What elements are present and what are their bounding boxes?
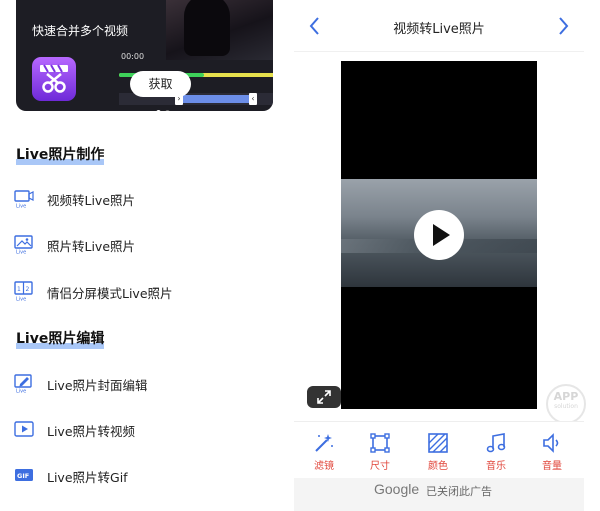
menu-item-live-to-video[interactable]: Live照片转视频: [14, 417, 274, 443]
svg-text:Live: Live: [16, 204, 26, 209]
tool-label: 尺寸: [370, 461, 390, 472]
menu-item-video-to-live[interactable]: Live 视频转Live照片: [14, 186, 274, 212]
watermark-main: APP: [553, 390, 579, 403]
menu-item-split-screen-live[interactable]: 1 2 Live 情侣分屏模式Live照片: [14, 279, 274, 305]
svg-text:2: 2: [26, 286, 30, 293]
svg-text:GIF: GIF: [17, 472, 29, 480]
section-title-live-edit: Live照片编辑: [16, 328, 105, 349]
cover-edit-icon: Live: [14, 374, 32, 394]
watermark-sub: solution: [554, 403, 578, 410]
nav-bar: 视频转Live照片: [294, 0, 584, 52]
play-icon: [433, 224, 450, 246]
split-screen-live-icon: 1 2 Live: [14, 281, 33, 302]
trim-handle-right-icon: ‹: [249, 93, 257, 105]
banner-subtitle: 快速合并多个视频: [32, 24, 129, 38]
watermark-logo: APP solution: [546, 384, 586, 424]
tool-music-button[interactable]: 音乐: [471, 432, 521, 472]
carousel-dot: [165, 110, 170, 111]
play-button[interactable]: [414, 210, 464, 260]
carousel-dot: [156, 110, 161, 111]
svg-text:Live: Live: [16, 389, 26, 394]
next-chevron-icon[interactable]: [554, 14, 572, 38]
menu-item-label: 照片转Live照片: [47, 239, 136, 254]
ad-closed-text: 已关闭此广告: [426, 485, 492, 498]
right-screen: 视频转Live照片 APP solution 滤镜 尺寸 颜色 音乐 音量 Go…: [294, 0, 586, 511]
menu-item-label: Live照片封面编辑: [47, 378, 148, 393]
ad-brand: Google: [374, 481, 420, 497]
menu-item-label: 视频转Live照片: [47, 193, 136, 208]
section-title-live-make: Live照片制作: [16, 144, 105, 165]
get-button[interactable]: 获取: [130, 71, 191, 97]
promo-banner[interactable]: 快速合并多个视频 00:00 › ‹ 获取: [16, 0, 273, 111]
menu-item-live-to-gif[interactable]: GIF Live照片转Gif: [14, 463, 274, 489]
carousel-dots: [156, 100, 174, 111]
live-to-video-icon: [14, 421, 34, 437]
timeline-time: 00:00: [121, 52, 145, 61]
music-note-icon: [486, 433, 506, 453]
tool-label: 音乐: [486, 461, 506, 472]
ad-closed-bar: Google 已关闭此广告: [294, 478, 584, 511]
clapper-app-icon: [32, 57, 76, 101]
menu-item-photo-to-live[interactable]: Live 照片转Live照片: [14, 232, 274, 258]
menu-item-label: 情侣分屏模式Live照片: [47, 286, 173, 301]
tool-color-button[interactable]: 颜色: [413, 432, 463, 472]
video-preview[interactable]: [341, 61, 537, 409]
tool-filter-button[interactable]: 滤镜: [299, 432, 349, 472]
edit-toolbar: 滤镜 尺寸 颜色 音乐 音量: [294, 421, 584, 478]
tool-label: 音量: [542, 461, 562, 472]
speaker-icon: [543, 433, 559, 453]
tool-volume-button[interactable]: 音量: [527, 432, 577, 472]
tool-size-button[interactable]: 尺寸: [355, 432, 405, 472]
filmstrip-selection: [181, 95, 251, 103]
color-hatch-icon: [428, 433, 448, 453]
tool-label: 滤镜: [314, 461, 334, 472]
svg-text:Live: Live: [16, 297, 26, 302]
left-screen: 快速合并多个视频 00:00 › ‹ 获取 Live照片制作 Live 视频转L…: [0, 0, 290, 511]
section-title-text: Live照片制作: [16, 147, 105, 163]
crop-frame-icon: [370, 433, 390, 453]
menu-item-label: Live照片转Gif: [47, 470, 128, 485]
section-title-text: Live照片编辑: [16, 331, 105, 347]
menu-item-label: Live照片转视频: [47, 424, 136, 439]
expand-arrows-icon: [317, 390, 331, 404]
tool-label: 颜色: [428, 461, 448, 472]
svg-text:Live: Live: [16, 250, 26, 255]
page-title: 视频转Live照片: [393, 22, 485, 37]
svg-text:1: 1: [17, 286, 21, 293]
expand-button[interactable]: [307, 386, 341, 408]
photo-to-live-icon: Live: [14, 235, 33, 255]
video-to-live-icon: Live: [14, 190, 34, 209]
magic-wand-icon: [315, 434, 333, 452]
banner-photo: [166, 0, 273, 60]
menu-item-cover-edit[interactable]: Live Live照片封面编辑: [14, 371, 274, 397]
gif-icon: GIF: [15, 469, 33, 481]
